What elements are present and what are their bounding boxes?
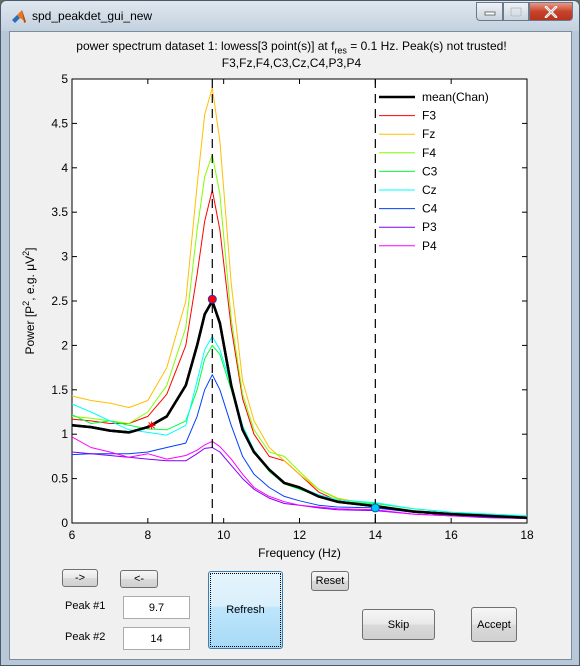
x-tick-label: 6: [69, 528, 76, 542]
accept-button[interactable]: Accept: [471, 607, 517, 642]
peak2-input[interactable]: 14: [123, 627, 190, 650]
skip-button[interactable]: Skip: [362, 609, 435, 640]
legend-label: Cz: [422, 183, 437, 197]
x-tick-label: 14: [369, 528, 383, 542]
window-title: spd_peakdet_gui_new: [32, 9, 153, 23]
y-tick-label: 1: [61, 427, 68, 441]
x-tick-label: 12: [293, 528, 307, 542]
peak-1-marker: [207, 294, 217, 304]
legend-label: F4: [422, 146, 436, 160]
y-axis-label: Power [P2, e.g. μV2]: [21, 248, 37, 355]
y-tick-label: 2: [61, 338, 68, 352]
trough-marker: [147, 421, 156, 430]
peak-2-marker: [370, 503, 380, 513]
x-axis-label: Frequency (Hz): [258, 546, 341, 560]
x-tick-label: 18: [520, 528, 534, 542]
legend-label: P4: [422, 239, 437, 253]
peak1-input[interactable]: 9.7: [123, 596, 190, 619]
figure-client-area: power spectrum dataset 1: lowess[3 point…: [9, 31, 572, 660]
y-tick-label: 3.5: [51, 205, 68, 219]
plot-background: [72, 79, 527, 523]
y-tick-label: 4.5: [51, 116, 68, 130]
y-tick-label: 0: [61, 516, 68, 530]
minimize-icon: [484, 11, 495, 15]
refresh-button[interactable]: Refresh: [208, 571, 283, 649]
legend-label: C3: [422, 164, 438, 178]
x-tick-label: 16: [444, 528, 458, 542]
prev-peak-button[interactable]: <-: [120, 570, 158, 588]
legend-label: F3: [422, 109, 436, 123]
legend-label: Fz: [422, 127, 435, 141]
legend-label: C4: [422, 202, 438, 216]
app-window: spd_peakdet_gui_new power spectrum datas…: [0, 0, 580, 666]
power-spectrum-chart[interactable]: 6 8 10 12 14 16 18 0 0.5 1 1.5 2 2.5 3 3.5 4 4.5 5 mean(C…: [10, 32, 573, 572]
y-tick-label: 5: [61, 72, 68, 86]
maximize-button[interactable]: [503, 2, 529, 21]
legend-label: P3: [422, 220, 437, 234]
matlab-logo-icon: [12, 10, 26, 23]
y-tick-label: 4: [61, 161, 68, 175]
next-peak-button[interactable]: ->: [62, 569, 98, 587]
minimize-button[interactable]: [476, 2, 503, 21]
close-button[interactable]: [529, 2, 573, 21]
close-icon: [544, 5, 558, 18]
title-bar[interactable]: spd_peakdet_gui_new: [1, 1, 579, 31]
y-tick-label: 1.5: [51, 383, 68, 397]
y-tick-label: 2.5: [51, 294, 68, 308]
y-tick-label: 0.5: [51, 472, 68, 486]
reset-button[interactable]: Reset: [311, 571, 349, 591]
peak1-label: Peak #1: [65, 600, 106, 612]
x-tick-label: 10: [217, 528, 231, 542]
y-tick-label: 3: [61, 250, 68, 264]
x-tick-label: 8: [144, 528, 151, 542]
legend-label: mean(Chan): [422, 90, 489, 104]
maximize-icon: [510, 6, 522, 17]
peak2-label: Peak #2: [65, 631, 106, 643]
